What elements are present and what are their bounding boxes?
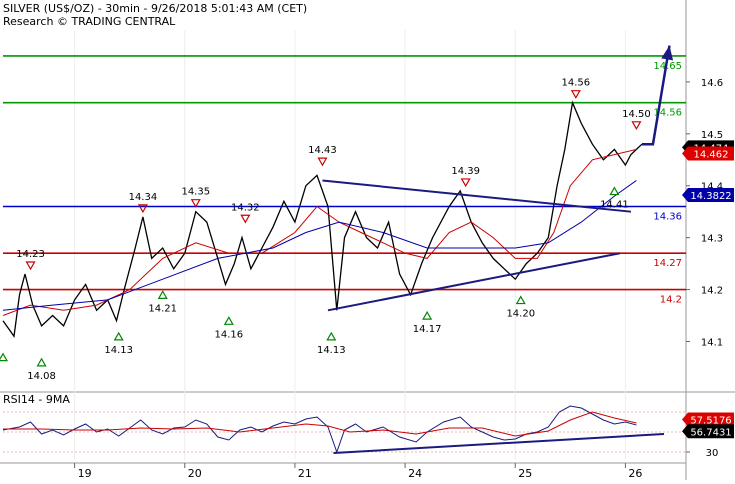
x-tick-label: 25: [518, 467, 532, 480]
trough-label: 14.13: [317, 345, 346, 356]
trough-label: 14.20: [506, 309, 535, 320]
level-label: 14.27: [653, 258, 682, 269]
trough-label: 14.16: [215, 329, 244, 340]
x-tick-label: 24: [408, 467, 422, 480]
chart-background: [0, 0, 735, 480]
trough-label: 14.41: [600, 200, 629, 211]
peak-label: 14.34: [129, 192, 158, 203]
chart-root: SILVER (US$/OZ) - 30min - 9/26/2018 5:01…: [0, 0, 735, 480]
trough-label: 14.08: [27, 371, 56, 382]
chart-title: SILVER (US$/OZ) - 30min - 9/26/2018 5:01…: [3, 2, 307, 15]
peak-label: 14.39: [451, 166, 480, 177]
level-label: 14.36: [653, 212, 682, 223]
peak-label: 14.50: [622, 109, 651, 120]
trough-label: 14.17: [413, 324, 442, 335]
y-tick-label: 14.2: [701, 286, 723, 297]
chart-subtitle: Research © TRADING CENTRAL: [3, 15, 176, 28]
x-tick-label: 26: [628, 467, 642, 480]
x-tick-label: 21: [298, 467, 312, 480]
x-tick-label: 20: [188, 467, 202, 480]
price-tag-label: 14.3822: [690, 191, 731, 202]
trough-label: 14.21: [148, 303, 177, 314]
price-tag-label: 14.462: [694, 150, 729, 161]
x-tick-label: 19: [78, 467, 92, 480]
rsi-panel-title: RSI14 - 9MA: [3, 393, 70, 406]
y-tick-label: 14.6: [701, 78, 723, 89]
peak-label: 14.43: [308, 145, 337, 156]
rsi-value-tag-label: 56.7431: [690, 427, 731, 438]
y-tick-label: 14.5: [701, 130, 723, 141]
peak-label: 14.32: [231, 202, 260, 213]
peak-label: 14.23: [16, 249, 45, 260]
trough-label: 14.13: [104, 345, 133, 356]
y-tick-label: 14.3: [701, 234, 723, 245]
peak-label: 14.35: [181, 187, 210, 198]
y-tick-label: 14.1: [701, 337, 723, 348]
rsi-tick-label: 30: [706, 448, 719, 459]
level-label: 14.2: [660, 295, 682, 306]
chart-svg: SILVER (US$/OZ) - 30min - 9/26/2018 5:01…: [0, 0, 735, 480]
peak-label: 14.56: [562, 78, 591, 89]
